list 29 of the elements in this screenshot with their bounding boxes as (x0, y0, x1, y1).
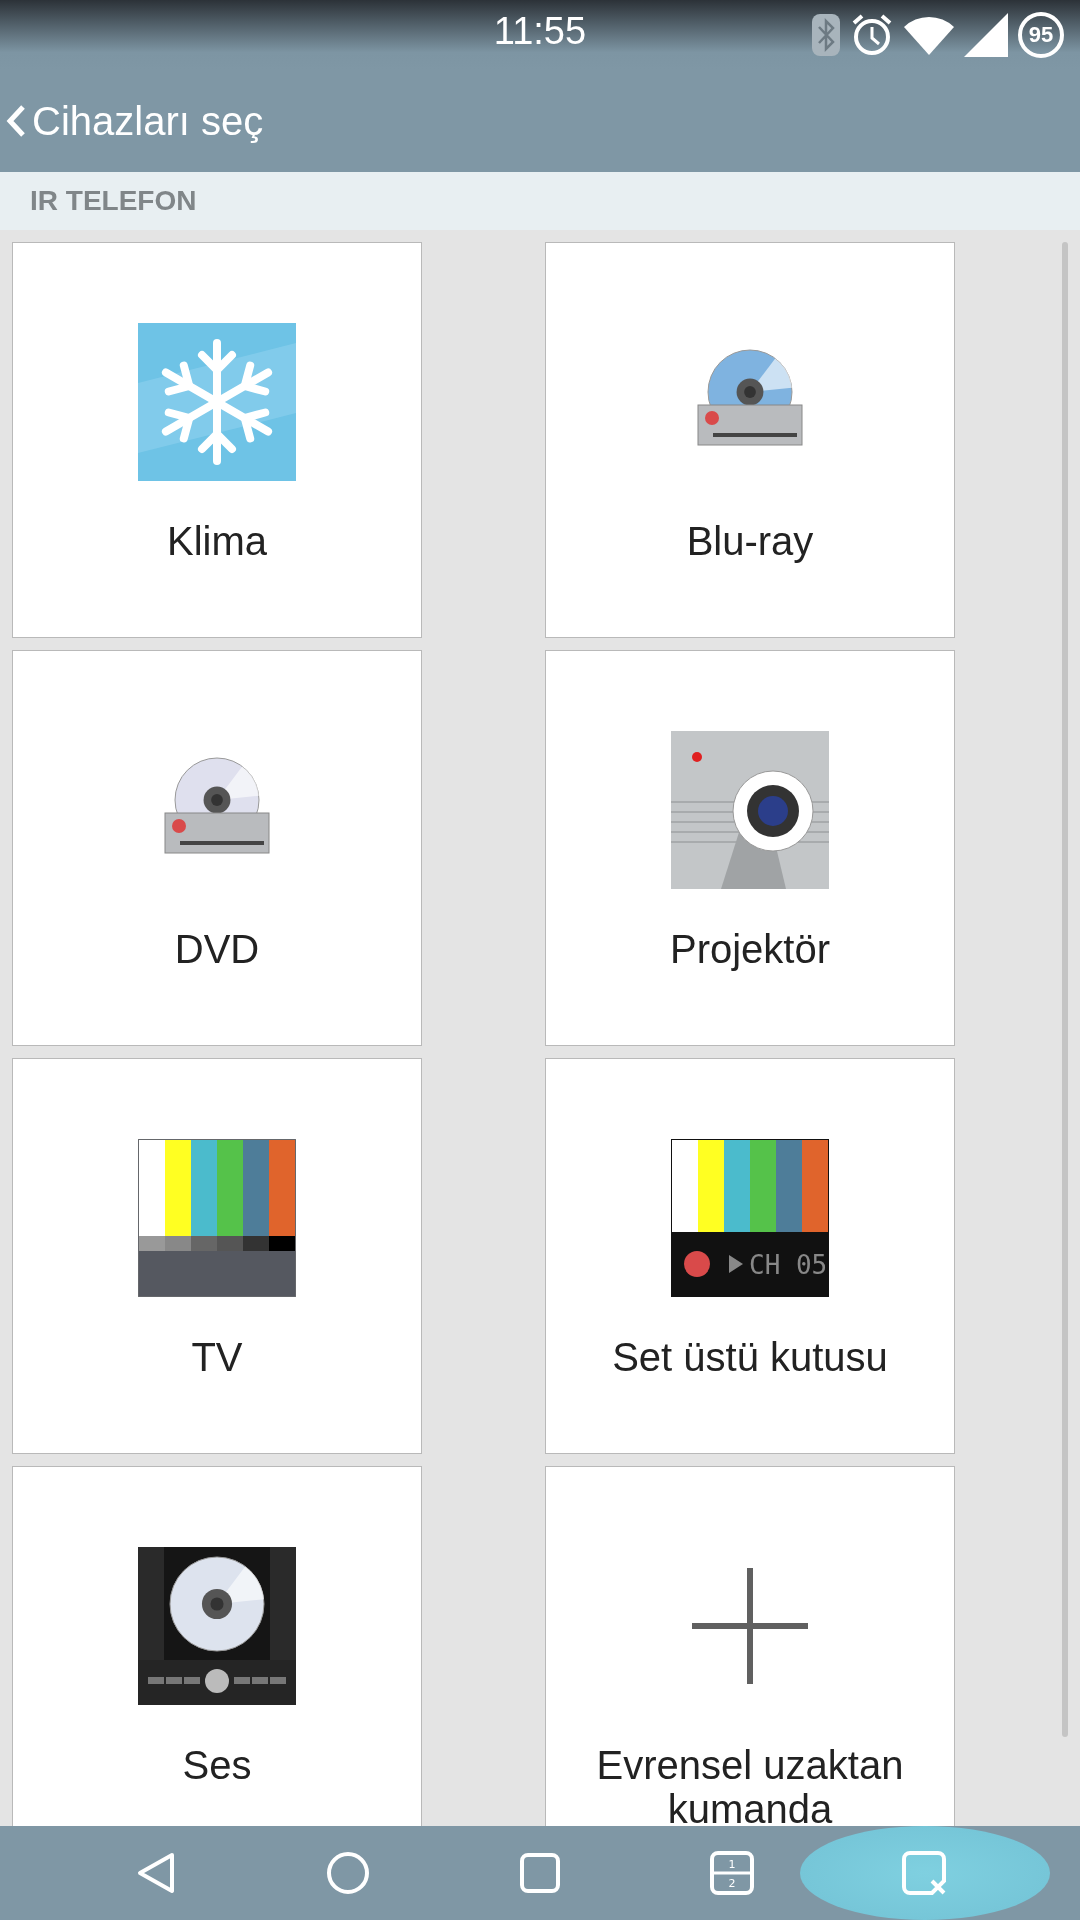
back-icon (136, 1851, 176, 1895)
wifi-icon (904, 15, 954, 55)
device-tile[interactable]: DVD (12, 650, 422, 1046)
power-icon (684, 1251, 710, 1277)
home-icon (326, 1851, 370, 1895)
channel-display: CH 05 (749, 1250, 828, 1280)
plus-icon (692, 1568, 808, 1684)
speaker-icon (138, 1547, 296, 1705)
play-icon (729, 1255, 743, 1273)
clock: 11:55 (493, 10, 587, 53)
snowflake-icon (138, 323, 296, 481)
back-icon (6, 104, 26, 138)
projector-icon (671, 731, 829, 889)
device-tile[interactable]: TV (12, 1058, 422, 1454)
device-tile[interactable]: Evrensel uzaktan kumanda (545, 1466, 955, 1826)
split-window-icon: 1 2 (710, 1851, 754, 1895)
device-tile[interactable]: Ses (12, 1466, 422, 1826)
device-tile[interactable]: Klima (12, 242, 422, 638)
battery-indicator: 95 (1018, 12, 1064, 58)
signal-icon (964, 13, 1008, 57)
device-tile[interactable]: Blu-ray (545, 242, 955, 638)
alarm-icon (850, 13, 894, 57)
device-tile[interactable]: CH 05 Set üstü kutusu (545, 1058, 955, 1454)
device-tile[interactable]: Projektör (545, 650, 955, 1046)
memo-icon (902, 1851, 946, 1895)
square-icon (520, 1853, 560, 1893)
tv-icon (138, 1139, 296, 1297)
bluetooth-icon (812, 14, 840, 56)
section-header: IR TELEFON (30, 185, 197, 217)
